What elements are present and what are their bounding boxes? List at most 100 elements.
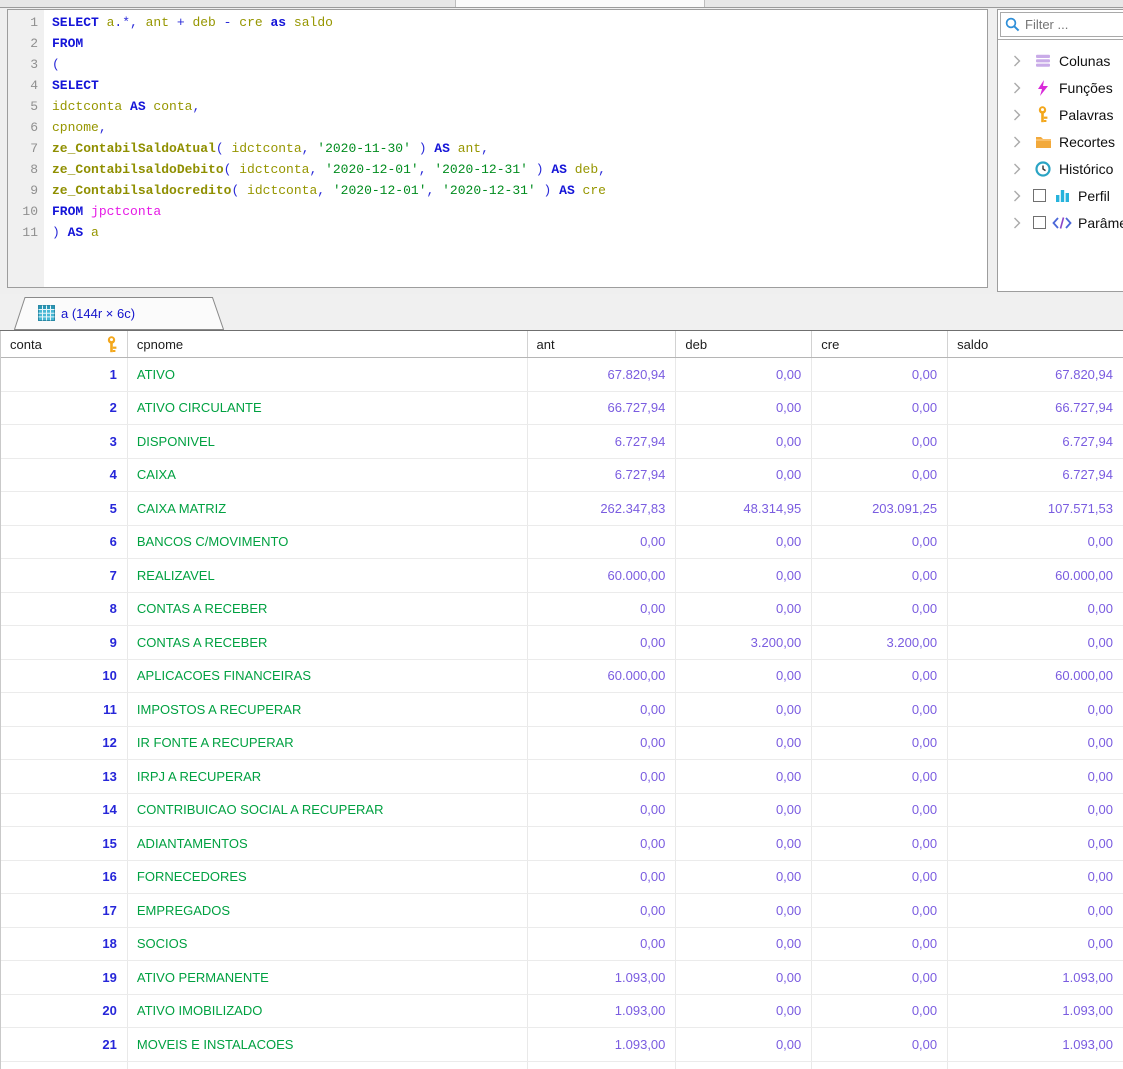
cell-cpnome[interactable]: IMPOSTOS A RECUPERAR: [128, 693, 528, 726]
cell-conta[interactable]: 1: [1, 358, 128, 391]
cell-conta[interactable]: 19: [1, 961, 128, 994]
result-tab[interactable]: a (144r × 6c): [14, 297, 224, 330]
cell-conta[interactable]: 7: [1, 559, 128, 592]
cell-conta[interactable]: 9: [1, 626, 128, 659]
cell-cre[interactable]: 0,00: [812, 593, 948, 626]
cell-conta[interactable]: 16: [1, 861, 128, 894]
cell-saldo[interactable]: 0,00: [948, 861, 1123, 894]
cell-conta[interactable]: 13: [1, 760, 128, 793]
cell-ant[interactable]: 60.000,00: [528, 559, 677, 592]
cell-cre[interactable]: 203.091,25: [812, 492, 948, 525]
sql-code-area[interactable]: SELECT a.*, ant + deb - cre as saldoFROM…: [44, 10, 987, 287]
cell-deb[interactable]: 0,00: [676, 559, 812, 592]
cell-deb[interactable]: 0,00: [676, 425, 812, 458]
cell-cpnome[interactable]: IRPJ A RECUPERAR: [128, 760, 528, 793]
cell-cpnome[interactable]: IR FONTE A RECUPERAR: [128, 727, 528, 760]
cell-cre[interactable]: 0,00: [812, 459, 948, 492]
cell-conta[interactable]: 21: [1, 1028, 128, 1061]
cell-ant[interactable]: 6.727,94: [528, 459, 677, 492]
cell-cre[interactable]: 0,00: [812, 894, 948, 927]
cell-cre[interactable]: 0,00: [812, 1028, 948, 1061]
cell-cre[interactable]: [812, 1062, 948, 1069]
cell-conta[interactable]: 2: [1, 392, 128, 425]
tree-item-key[interactable]: Palavras: [998, 101, 1123, 128]
cell-saldo[interactable]: 0,00: [948, 526, 1123, 559]
tree-item-clock[interactable]: Histórico: [998, 155, 1123, 182]
cell-conta[interactable]: 3: [1, 425, 128, 458]
cell-cre[interactable]: 0,00: [812, 794, 948, 827]
cell-ant[interactable]: 0,00: [528, 861, 677, 894]
cell-cpnome[interactable]: DISPONIVEL: [128, 425, 528, 458]
cell-saldo[interactable]: 0,00: [948, 894, 1123, 927]
cell-deb[interactable]: 0,00: [676, 660, 812, 693]
cell-cpnome[interactable]: REALIZAVEL: [128, 559, 528, 592]
cell-cpnome[interactable]: ATIVO IMOBILIZADO: [128, 995, 528, 1028]
cell-saldo[interactable]: 0,00: [948, 827, 1123, 860]
cell-cre[interactable]: 0,00: [812, 392, 948, 425]
cell-deb[interactable]: 0,00: [676, 727, 812, 760]
cell-ant[interactable]: 0,00: [528, 760, 677, 793]
cell-cre[interactable]: 0,00: [812, 995, 948, 1028]
cell-saldo[interactable]: 1.093,00: [948, 995, 1123, 1028]
cell-cpnome[interactable]: CAIXA MATRIZ: [128, 492, 528, 525]
cell-ant[interactable]: 262.347,83: [528, 492, 677, 525]
cell-deb[interactable]: 0,00: [676, 693, 812, 726]
cell-cpnome[interactable]: CONTAS A RECEBER: [128, 626, 528, 659]
filter-box[interactable]: [1000, 12, 1123, 37]
cell-cpnome[interactable]: CAIXA: [128, 459, 528, 492]
cell-conta[interactable]: 6: [1, 526, 128, 559]
cell-cre[interactable]: 0,00: [812, 760, 948, 793]
tree-item-folder[interactable]: Recortes: [998, 128, 1123, 155]
cell-saldo[interactable]: 107.571,53: [948, 492, 1123, 525]
cell-ant[interactable]: 66.727,94: [528, 392, 677, 425]
cell-cre[interactable]: 0,00: [812, 358, 948, 391]
cell-cpnome[interactable]: CONTRIBUICAO SOCIAL A RECUPERAR: [128, 794, 528, 827]
cell-cpnome[interactable]: SOCIOS: [128, 928, 528, 961]
cell-ant[interactable]: 0,00: [528, 794, 677, 827]
cell-ant[interactable]: 0,00: [528, 727, 677, 760]
cell-cre[interactable]: 0,00: [812, 961, 948, 994]
column-header-cpnome[interactable]: cpnome: [128, 331, 528, 357]
column-header-cre[interactable]: cre: [812, 331, 948, 357]
cell-saldo[interactable]: 60.000,00: [948, 559, 1123, 592]
cell-ant[interactable]: 6.727,94: [528, 425, 677, 458]
cell-ant[interactable]: 0,00: [528, 894, 677, 927]
cell-saldo[interactable]: 0,00: [948, 593, 1123, 626]
cell-saldo[interactable]: 6.727,94: [948, 459, 1123, 492]
cell-saldo[interactable]: 0,00: [948, 760, 1123, 793]
cell-deb[interactable]: 0,00: [676, 760, 812, 793]
cell-deb[interactable]: 3.200,00: [676, 626, 812, 659]
cell-cpnome[interactable]: MOVEIS E INSTALACOES: [128, 1028, 528, 1061]
cell-saldo[interactable]: 0,00: [948, 928, 1123, 961]
cell-cre[interactable]: 0,00: [812, 727, 948, 760]
column-header-saldo[interactable]: saldo: [948, 331, 1123, 357]
cell-conta[interactable]: 18: [1, 928, 128, 961]
column-header-ant[interactable]: ant: [528, 331, 677, 357]
cell-cre[interactable]: 0,00: [812, 559, 948, 592]
cell-conta[interactable]: 20: [1, 995, 128, 1028]
cell-conta[interactable]: 5: [1, 492, 128, 525]
cell-ant[interactable]: 0,00: [528, 827, 677, 860]
cell-saldo[interactable]: 60.000,00: [948, 660, 1123, 693]
cell-conta[interactable]: 8: [1, 593, 128, 626]
cell-cre[interactable]: 0,00: [812, 660, 948, 693]
cell-ant[interactable]: 60.000,00: [528, 660, 677, 693]
cell-deb[interactable]: 0,00: [676, 593, 812, 626]
cell-ant[interactable]: 1.093,00: [528, 961, 677, 994]
tree-item-code[interactable]: Parâmetros: [998, 209, 1123, 236]
cell-cre[interactable]: 0,00: [812, 526, 948, 559]
column-header-conta[interactable]: conta: [1, 331, 128, 357]
cell-ant[interactable]: 1.093,00: [528, 1028, 677, 1061]
cell-ant[interactable]: 0,00: [528, 526, 677, 559]
cell-cpnome[interactable]: CONTAS A RECEBER: [128, 593, 528, 626]
cell-cre[interactable]: 0,00: [812, 425, 948, 458]
cell-cpnome[interactable]: ATIVO: [128, 358, 528, 391]
cell-saldo[interactable]: 0,00: [948, 794, 1123, 827]
cell-cpnome[interactable]: APLICACOES FINANCEIRAS: [128, 660, 528, 693]
cell-conta[interactable]: 10: [1, 660, 128, 693]
cell-saldo[interactable]: [948, 1062, 1123, 1069]
cell-saldo[interactable]: 0,00: [948, 727, 1123, 760]
cell-cre[interactable]: 0,00: [812, 827, 948, 860]
cell-saldo[interactable]: 0,00: [948, 693, 1123, 726]
cell-conta[interactable]: 4: [1, 459, 128, 492]
